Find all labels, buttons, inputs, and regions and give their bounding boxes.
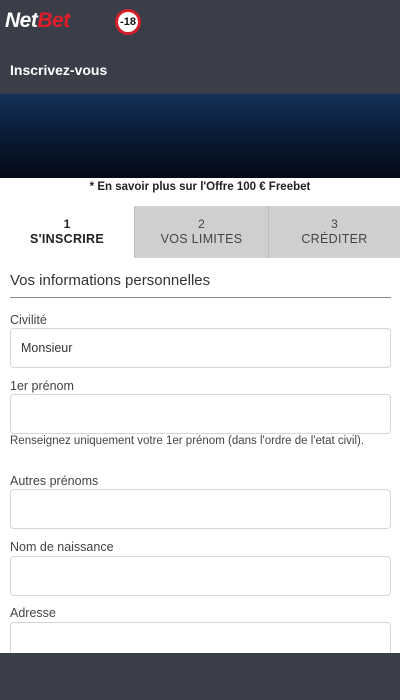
first-name-label: 1er prénom	[10, 379, 74, 393]
address-label: Adresse	[10, 606, 56, 620]
logo-net-text: Net	[5, 9, 38, 32]
step-tab-limits[interactable]: 2 VOS LIMITES	[134, 206, 268, 258]
step-label: S'INSCRIRE	[29, 232, 105, 246]
step-label: CRÉDITER	[301, 232, 368, 246]
netbet-logo[interactable]: NetBet	[5, 9, 70, 33]
section-title: Vos informations personnelles	[10, 272, 211, 289]
promo-banner	[0, 94, 400, 178]
birth-name-label: Nom de naissance	[10, 540, 114, 554]
step-number: 1	[63, 217, 71, 231]
top-header: NetBet -18 Inscrivez-vous	[0, 0, 400, 94]
first-name-hint: Renseignez uniquement votre 1er prénom (…	[10, 435, 365, 447]
other-names-label: Autres prénoms	[10, 474, 99, 488]
offer-info-link[interactable]: * En savoir plus sur l'Offre 100 € Freeb…	[0, 178, 400, 206]
step-tab-register[interactable]: 1 S'INSCRIRE	[0, 206, 134, 258]
civilite-select[interactable]: Monsieur	[10, 328, 391, 368]
birth-name-input[interactable]	[10, 556, 391, 596]
step-number: 3	[331, 217, 338, 231]
logo-bet-text: Bet	[37, 9, 70, 32]
civilite-label: Civilité	[10, 313, 47, 327]
bottom-bar	[0, 653, 400, 700]
step-label: VOS LIMITES	[160, 232, 243, 246]
other-names-input[interactable]	[10, 489, 391, 529]
registration-steps: 1 S'INSCRIRE 2 VOS LIMITES 3 CRÉDITER	[0, 206, 400, 258]
section-divider	[10, 297, 391, 298]
page-title: Inscrivez-vous	[10, 62, 108, 78]
step-number: 2	[198, 217, 205, 231]
step-tab-deposit[interactable]: 3 CRÉDITER	[268, 206, 400, 258]
first-name-input[interactable]	[10, 394, 391, 434]
age-restriction-badge: -18	[115, 9, 141, 35]
